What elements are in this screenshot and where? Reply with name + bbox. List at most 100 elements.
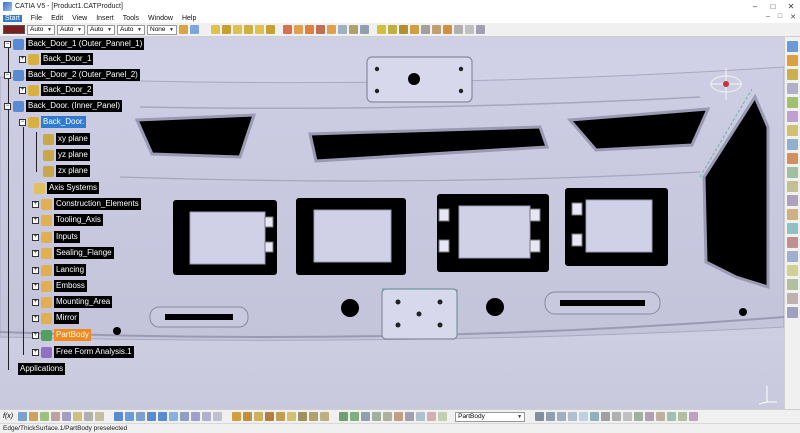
tree-node-lancing[interactable]: + Lancing [32, 263, 87, 277]
projection-icon[interactable] [410, 25, 419, 34]
maximize-button[interactable]: □ [764, 0, 782, 13]
expand-toggle[interactable]: + [32, 298, 39, 306]
expand-toggle[interactable]: + [32, 282, 39, 290]
shaft-icon[interactable] [787, 97, 798, 108]
tree-node-construction-elements[interactable]: + Construction_Elements [32, 197, 141, 211]
line-type-combo[interactable]: Auto ▼ [87, 24, 115, 35]
lighting-icon[interactable] [623, 412, 633, 421]
menu-help[interactable]: Help [182, 15, 196, 22]
line-thickness-combo[interactable]: Auto ▼ [57, 24, 85, 35]
fill-icon[interactable] [244, 25, 253, 34]
thread-icon[interactable] [787, 237, 798, 248]
offset-icon[interactable] [254, 412, 264, 421]
tree-node-tooling-axis[interactable]: + Tooling_Axis [32, 213, 103, 227]
rib-icon[interactable] [787, 139, 798, 150]
deviation-icon[interactable] [656, 412, 666, 421]
expand-toggle[interactable]: + [32, 200, 39, 208]
3d-viewport[interactable]: − Back_Door_1 (Outer_Pannel_1) + Back_Do… [0, 37, 784, 409]
multi-section-icon[interactable] [255, 25, 264, 34]
tree-node-mirror[interactable]: + Mirror [32, 311, 79, 325]
zoom-in-icon[interactable] [147, 412, 157, 421]
doc-restore-button[interactable]: □ [778, 13, 782, 21]
sketcher-icon[interactable] [232, 412, 242, 421]
filter-icon[interactable] [557, 412, 567, 421]
chamfer-icon[interactable] [787, 181, 798, 192]
render-style-icon[interactable] [191, 412, 201, 421]
menu-start[interactable]: Start [3, 14, 22, 22]
doc-minimize-button[interactable]: – [766, 13, 770, 21]
pan-icon[interactable] [125, 412, 135, 421]
shading-icon[interactable] [579, 412, 589, 421]
tree-node-back-door-1-outer[interactable]: − Back_Door_1 (Outer_Pannel_1) [4, 37, 145, 51]
tree-node-back-door-inner[interactable]: − Back_Door. (Inner_Panel) [4, 99, 123, 113]
intersection-icon[interactable] [421, 25, 430, 34]
join-icon[interactable] [283, 25, 292, 34]
insert-body-icon[interactable] [339, 412, 349, 421]
expand-toggle[interactable]: + [32, 331, 39, 339]
thickness-icon[interactable] [787, 223, 798, 234]
expand-toggle[interactable]: + [32, 216, 39, 224]
expand-toggle[interactable]: + [32, 249, 39, 257]
rotate-icon[interactable] [349, 25, 358, 34]
tree-node-xy-plane[interactable]: xy plane [43, 132, 90, 146]
sweep-surface-icon[interactable] [265, 412, 275, 421]
trim-icon[interactable] [305, 25, 314, 34]
catalog-icon[interactable] [394, 412, 404, 421]
curvature-icon[interactable] [667, 412, 677, 421]
slot-icon[interactable] [787, 153, 798, 164]
sweep-icon[interactable] [233, 25, 242, 34]
tree-node-zx-plane[interactable]: zx plane [43, 164, 90, 178]
apply-material-icon[interactable] [601, 412, 611, 421]
expand-toggle[interactable]: + [19, 86, 26, 94]
symmetry-icon[interactable] [360, 25, 369, 34]
tree-node-free-form-analysis[interactable]: + Free Form Analysis.1 [32, 345, 134, 359]
capture-icon[interactable] [645, 412, 655, 421]
formula-button[interactable]: f(x) [3, 413, 13, 420]
geometrical-set-insert-icon[interactable] [350, 412, 360, 421]
expand-toggle[interactable]: + [19, 55, 26, 63]
expand-toggle[interactable]: + [32, 314, 39, 322]
draft-icon[interactable] [787, 195, 798, 206]
tree-node-axis-systems[interactable]: Axis Systems [34, 181, 100, 195]
collapse-toggle[interactable]: − [4, 102, 11, 110]
line-icon[interactable] [388, 25, 397, 34]
extrude-icon[interactable] [211, 25, 220, 34]
copy-icon[interactable] [84, 412, 94, 421]
collapse-toggle[interactable]: − [4, 71, 11, 79]
zoom-out-icon[interactable] [158, 412, 168, 421]
close-button[interactable]: ✕ [782, 0, 800, 13]
corner-icon[interactable] [454, 25, 463, 34]
update-icon[interactable] [40, 412, 50, 421]
expand-toggle[interactable]: + [32, 266, 39, 274]
tree-node-back-door-2[interactable]: + Back_Door_2 [19, 83, 94, 97]
tree-node-back-door-1[interactable]: + Back_Door_1 [19, 52, 94, 66]
tree-node-yz-plane[interactable]: yz plane [43, 148, 90, 162]
paste-icon[interactable] [95, 412, 105, 421]
hide-show-icon[interactable] [202, 412, 212, 421]
mirror-icon[interactable] [787, 251, 798, 262]
collapse-toggle[interactable]: − [4, 40, 11, 48]
tree-node-sealing-flange[interactable]: + Sealing_Flange [32, 246, 114, 260]
macro-icon[interactable] [29, 412, 39, 421]
menu-edit[interactable]: Edit [51, 15, 63, 22]
menu-view[interactable]: View [72, 15, 87, 22]
tree-node-back-door[interactable]: − Back_Door. [19, 115, 87, 129]
point-icon[interactable] [377, 25, 386, 34]
select-icon[interactable] [18, 412, 28, 421]
shell-icon[interactable] [787, 209, 798, 220]
measure-icon[interactable] [787, 293, 798, 304]
tree-node-inputs[interactable]: + Inputs [32, 230, 80, 244]
iso-view-icon[interactable] [180, 412, 190, 421]
transparency-combo[interactable]: Auto ▼ [27, 24, 55, 35]
point-symbol-combo[interactable]: Auto ▼ [117, 24, 145, 35]
analysis-tool-icon[interactable] [787, 307, 798, 318]
plane-icon[interactable] [399, 25, 408, 34]
constraint-icon[interactable] [427, 412, 437, 421]
menu-insert[interactable]: Insert [96, 15, 114, 22]
extract-icon[interactable] [327, 25, 336, 34]
body-selector-combo[interactable]: PartBody ▼ [455, 411, 526, 422]
law-icon[interactable] [361, 412, 371, 421]
translate-icon[interactable] [338, 25, 347, 34]
fit-all-icon[interactable] [114, 412, 124, 421]
hole-icon[interactable] [787, 125, 798, 136]
